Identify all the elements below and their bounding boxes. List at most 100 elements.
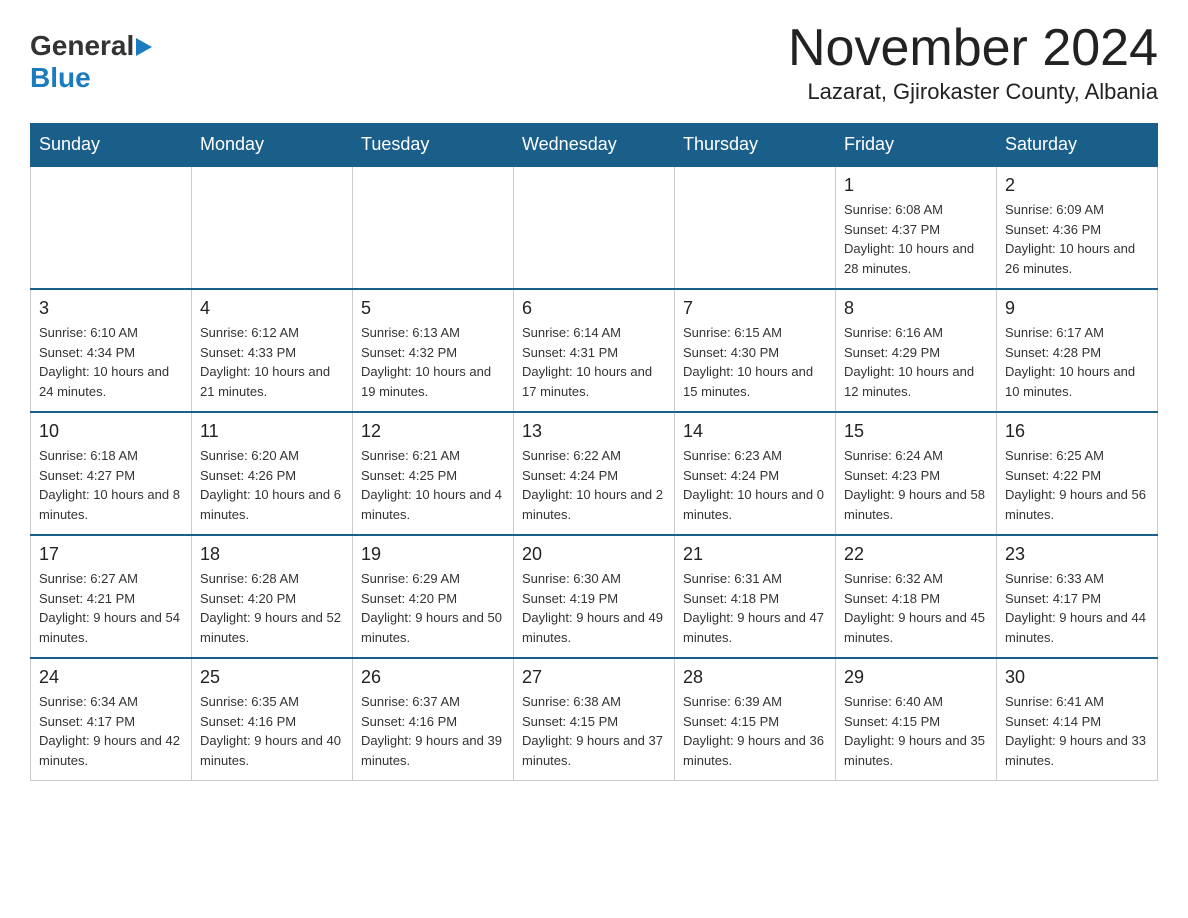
calendar-cell — [514, 166, 675, 289]
day-info: Sunrise: 6:16 AMSunset: 4:29 PMDaylight:… — [844, 323, 988, 401]
day-number: 26 — [361, 667, 505, 688]
day-number: 12 — [361, 421, 505, 442]
day-info-line: Sunset: 4:22 PM — [1005, 468, 1101, 483]
day-info-line: Sunset: 4:20 PM — [361, 591, 457, 606]
day-info-line: Daylight: 10 hours and 21 minutes. — [200, 364, 330, 399]
calendar-cell: 16 Sunrise: 6:25 AM Sunset: 4:22 PM Dayligh… — [997, 412, 1158, 535]
calendar-cell: 29Sunrise: 6:40 AMSunset: 4:15 PMDayligh… — [836, 658, 997, 781]
day-number: 5 — [361, 298, 505, 319]
day-number: 22 — [844, 544, 988, 565]
calendar-week-row: 1 Sunrise: 6:08 AMSunset: 4:37 PMDaylight… — [31, 166, 1158, 289]
header-thursday: Thursday — [675, 124, 836, 167]
day-number: 17 — [39, 544, 183, 565]
day-info-line: Daylight: 10 hours and 26 minutes. — [1005, 241, 1135, 276]
day-info-line: Sunset: 4:32 PM — [361, 345, 457, 360]
logo-blue-text: Blue — [30, 62, 91, 93]
day-info-line: Daylight: 9 hours and 58 minutes. — [844, 487, 985, 522]
calendar-cell: 6Sunrise: 6:14 AMSunset: 4:31 PMDaylight… — [514, 289, 675, 412]
day-info-line: Sunset: 4:15 PM — [844, 714, 940, 729]
day-info-line: Sunrise: 6:32 AM — [844, 571, 943, 586]
calendar-cell: 1 Sunrise: 6:08 AMSunset: 4:37 PMDaylight… — [836, 166, 997, 289]
header-monday: Monday — [192, 124, 353, 167]
calendar-week-row: 17Sunrise: 6:27 AMSunset: 4:21 PMDayligh… — [31, 535, 1158, 658]
day-info-line: Sunrise: 6:15 AM — [683, 325, 782, 340]
day-info: Sunrise: 6:09 AMSunset: 4:36 PMDaylight:… — [1005, 200, 1149, 278]
day-number: 16 — [1005, 421, 1149, 442]
day-info-line: Sunrise: 6:14 AM — [522, 325, 621, 340]
calendar-week-row: 10Sunrise: 6:18 AMSunset: 4:27 PMDayligh… — [31, 412, 1158, 535]
day-info: Sunrise: 6:08 AMSunset: 4:37 PMDaylight:… — [844, 200, 988, 278]
day-info: Sunrise: 6:35 AMSunset: 4:16 PMDaylight:… — [200, 692, 344, 770]
calendar-cell: 4Sunrise: 6:12 AMSunset: 4:33 PMDaylight… — [192, 289, 353, 412]
day-info-line: Sunset: 4:20 PM — [200, 591, 296, 606]
day-info: Sunrise: 6:23 AMSunset: 4:24 PMDaylight:… — [683, 446, 827, 524]
day-info-line: Daylight: 9 hours and 39 minutes. — [361, 733, 502, 768]
logo-general-text: General — [30, 30, 134, 62]
day-info-line: Sunrise: 6:20 AM — [200, 448, 299, 463]
day-info-line: Sunrise: 6:30 AM — [522, 571, 621, 586]
day-info-line: Sunrise: 6:38 AM — [522, 694, 621, 709]
calendar-cell: 2 Sunrise: 6:09 AMSunset: 4:36 PMDaylight… — [997, 166, 1158, 289]
header-saturday: Saturday — [997, 124, 1158, 167]
day-info: Sunrise: 6:33 AMSunset: 4:17 PMDaylight:… — [1005, 569, 1149, 647]
day-info-line: Daylight: 10 hours and 6 minutes. — [200, 487, 341, 522]
day-number: 30 — [1005, 667, 1149, 688]
day-info: Sunrise: 6:22 AMSunset: 4:24 PMDaylight:… — [522, 446, 666, 524]
day-info-line: Daylight: 9 hours and 49 minutes. — [522, 610, 663, 645]
calendar-cell: 21Sunrise: 6:31 AMSunset: 4:18 PMDayligh… — [675, 535, 836, 658]
day-info-line: Sunset: 4:30 PM — [683, 345, 779, 360]
day-number: 6 — [522, 298, 666, 319]
page-header: General Blue November 2024 Lazarat, Gjir… — [30, 20, 1158, 105]
day-info: Sunrise: 6:24 AM Sunset: 4:23 PM Daylight:… — [844, 446, 988, 524]
calendar-cell: 26Sunrise: 6:37 AMSunset: 4:16 PMDayligh… — [353, 658, 514, 781]
day-info: Sunrise: 6:41 AMSunset: 4:14 PMDaylight:… — [1005, 692, 1149, 770]
calendar-cell: 7Sunrise: 6:15 AMSunset: 4:30 PMDaylight… — [675, 289, 836, 412]
day-info-line: Sunrise: 6:33 AM — [1005, 571, 1104, 586]
day-info-line: Sunrise: 6:40 AM — [844, 694, 943, 709]
day-info: Sunrise: 6:17 AMSunset: 4:28 PMDaylight:… — [1005, 323, 1149, 401]
day-info-line: Sunrise: 6:16 AM — [844, 325, 943, 340]
day-info-line: Sunset: 4:37 PM — [844, 222, 940, 237]
day-info-line: Sunrise: 6:35 AM — [200, 694, 299, 709]
day-info-line: Sunrise: 6:24 AM — [844, 448, 943, 463]
day-info-line: Sunrise: 6:28 AM — [200, 571, 299, 586]
day-info-line: Sunset: 4:23 PM — [844, 468, 940, 483]
day-number: 1 — [844, 175, 988, 196]
day-info: Sunrise: 6:32 AMSunset: 4:18 PMDaylight:… — [844, 569, 988, 647]
day-number: 19 — [361, 544, 505, 565]
day-number: 14 — [683, 421, 827, 442]
day-info-line: Sunset: 4:18 PM — [844, 591, 940, 606]
calendar-cell: 25 Sunrise: 6:35 AMSunset: 4:16 PMDayligh… — [192, 658, 353, 781]
day-info-line: Daylight: 10 hours and 12 minutes. — [844, 364, 974, 399]
day-info-line: Daylight: 9 hours and 42 minutes. — [39, 733, 180, 768]
day-info-line: Daylight: 9 hours and 52 minutes. — [200, 610, 341, 645]
day-info: Sunrise: 6:15 AMSunset: 4:30 PMDaylight:… — [683, 323, 827, 401]
calendar-cell: 14 Sunrise: 6:23 AMSunset: 4:24 PMDayligh… — [675, 412, 836, 535]
header-wednesday: Wednesday — [514, 124, 675, 167]
day-info-line: Sunrise: 6:31 AM — [683, 571, 782, 586]
day-info-line: Daylight: 10 hours and 0 minutes. — [683, 487, 824, 522]
day-info-line: Daylight: 9 hours and 36 minutes. — [683, 733, 824, 768]
title-block: November 2024 Lazarat, Gjirokaster Count… — [788, 20, 1158, 105]
day-info-line: Sunset: 4:25 PM — [361, 468, 457, 483]
day-info-line: Sunrise: 6:34 AM — [39, 694, 138, 709]
day-number: 2 — [1005, 175, 1149, 196]
day-info-line: Sunrise: 6:09 AM — [1005, 202, 1104, 217]
calendar-cell: 10Sunrise: 6:18 AMSunset: 4:27 PMDayligh… — [31, 412, 192, 535]
day-info-line: Sunrise: 6:10 AM — [39, 325, 138, 340]
day-info-line: Sunrise: 6:25 AM — [1005, 448, 1104, 463]
day-info-line: Sunrise: 6:22 AM — [522, 448, 621, 463]
day-number: 24 — [39, 667, 183, 688]
day-info-line: Daylight: 9 hours and 37 minutes. — [522, 733, 663, 768]
day-info: Sunrise: 6:18 AMSunset: 4:27 PMDaylight:… — [39, 446, 183, 524]
day-number: 25 — [200, 667, 344, 688]
day-info-line: Sunset: 4:16 PM — [361, 714, 457, 729]
calendar-cell: 24Sunrise: 6:34 AMSunset: 4:17 PMDayligh… — [31, 658, 192, 781]
day-info-line: Daylight: 10 hours and 19 minutes. — [361, 364, 491, 399]
day-number: 8 — [844, 298, 988, 319]
calendar-table: Sunday Monday Tuesday Wednesday Thursday… — [30, 123, 1158, 781]
day-number: 18 — [200, 544, 344, 565]
day-info-line: Daylight: 9 hours and 56 minutes. — [1005, 487, 1146, 522]
day-info-line: Sunset: 4:15 PM — [522, 714, 618, 729]
day-info-line: Daylight: 9 hours and 40 minutes. — [200, 733, 341, 768]
